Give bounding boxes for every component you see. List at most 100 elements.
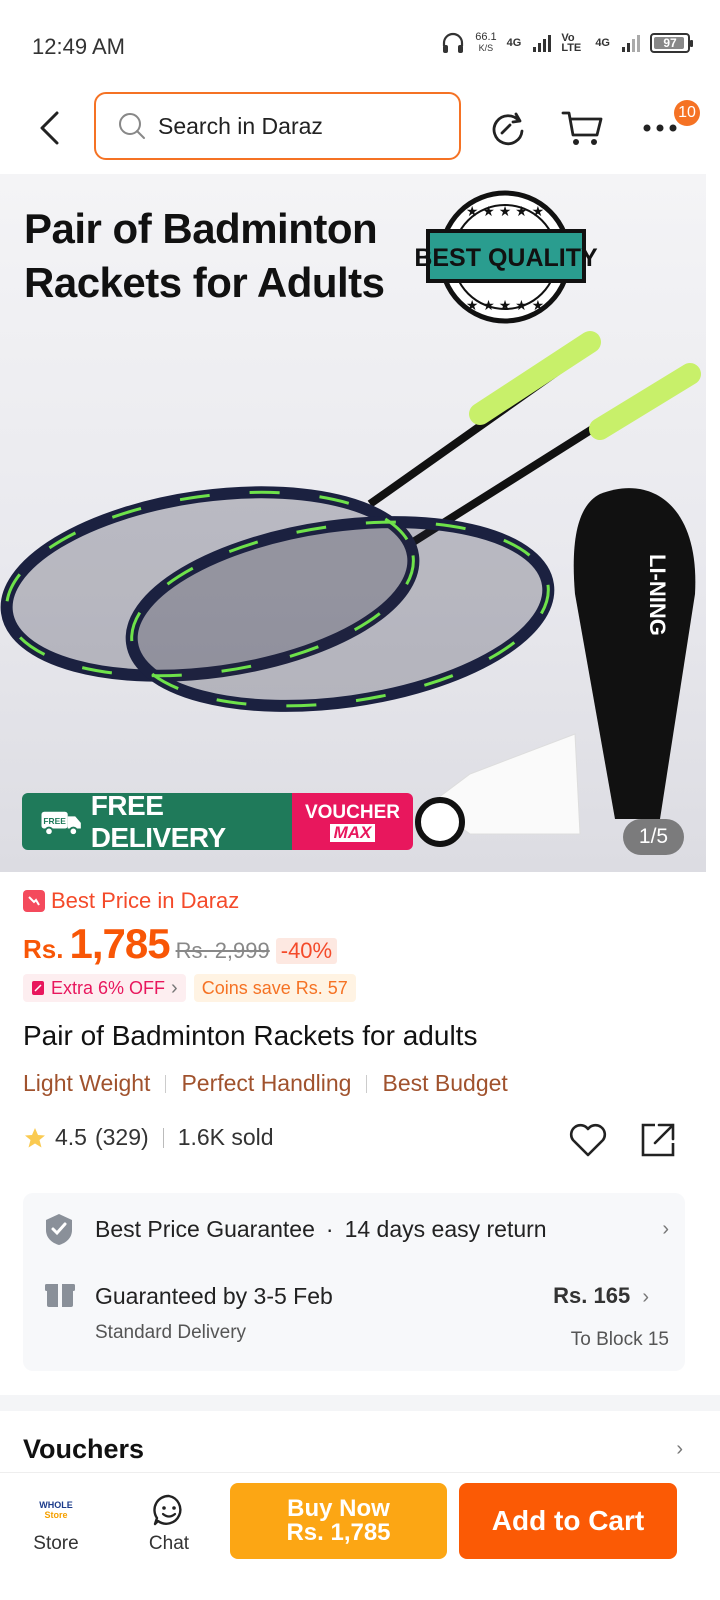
free-tag-text: FREE: [43, 815, 66, 825]
review-count: (329): [94, 1124, 149, 1150]
cart-icon: [561, 111, 603, 145]
extra-off-chip[interactable]: Extra 6% OFF ›: [23, 974, 186, 1002]
volte-label: Vo LTE: [561, 32, 582, 54]
store-logo-line1: WHOLE: [39, 1500, 73, 1510]
coins-save-text: Coins save Rs. 57: [201, 977, 348, 998]
search-input[interactable]: Search in Daraz: [94, 92, 461, 160]
promo-banner: FREE FREE DELIVERY VOUCHER MAX: [22, 793, 413, 850]
sold-count: 1.6K sold: [177, 1124, 274, 1150]
hero-title-line2: Rackets for Adults: [24, 259, 385, 306]
product-title: Pair of Badminton Rackets for adults: [23, 1020, 478, 1051]
voucher-text: VOUCHER: [304, 801, 400, 823]
buy-now-button[interactable]: Buy Now Rs. 1,785: [230, 1483, 447, 1559]
headphones-icon: [443, 32, 464, 53]
seal-text: BEST QUALITY: [414, 244, 598, 272]
svg-text:★ ★ ★ ★ ★: ★ ★ ★ ★ ★: [466, 203, 544, 219]
vouchers-title: Vouchers: [23, 1434, 145, 1464]
guarantee-row[interactable]: Best Price Guarantee · 14 days easy retu…: [43, 1213, 669, 1245]
bottom-action-bar: WHOLE Store Store Chat Buy Now Rs. 1,785…: [0, 1472, 720, 1600]
cart-button[interactable]: [558, 104, 606, 152]
buy-now-label: Buy Now: [287, 1495, 390, 1522]
hero-title: Pair of Badminton Rackets for Adults: [24, 202, 385, 310]
net-speed-unit: K/S: [478, 43, 494, 53]
case-brand: LI-NING: [645, 554, 670, 636]
divider: [165, 1074, 167, 1093]
price-current: 1,785: [69, 920, 170, 967]
delivery-fee: Rs. 165 ›: [553, 1283, 649, 1309]
search-icon: [119, 113, 145, 139]
carousel-page-indicator: 1/5: [623, 819, 684, 855]
status-bar: 12:49 AM 66.1 K/S 4G Vo LTE 4G 97: [0, 0, 720, 92]
status-icons: 66.1 K/S 4G Vo LTE 4G 97: [441, 32, 693, 54]
dot-separator: ·: [325, 1215, 334, 1242]
free-delivery-tag: FREE FREE DELIVERY: [22, 793, 292, 850]
section-divider: [0, 1395, 720, 1411]
rating-value: 4.5: [55, 1124, 87, 1150]
coins-save-chip[interactable]: Coins save Rs. 57: [193, 974, 356, 1002]
network-label-2: 4G: [595, 37, 610, 49]
cart-badge: 10: [674, 100, 700, 126]
feature-tag: Best Budget: [382, 1070, 508, 1096]
voucher-max-tag: VOUCHER MAX: [292, 793, 413, 850]
service-card[interactable]: Best Price Guarantee · 14 days easy retu…: [23, 1193, 685, 1371]
search-placeholder: Search in Daraz: [158, 112, 323, 139]
coupon-icon: [32, 981, 44, 995]
delivery-truck-icon: FREE: [41, 811, 81, 836]
product-image-carousel[interactable]: BEST QUALITY ★ ★ ★ ★ ★ ★ ★ ★ ★ ★ LI-NING…: [0, 174, 706, 872]
buy-now-price: Rs. 1,785: [286, 1519, 391, 1546]
easy-return: 14 days easy return: [344, 1215, 547, 1242]
chat-button[interactable]: Chat: [129, 1493, 209, 1555]
history-icon: [492, 112, 524, 146]
voucher-max-text: MAX: [329, 823, 376, 842]
chevron-right-icon: ›: [171, 976, 178, 999]
feature-tag: Light Weight: [23, 1070, 151, 1096]
signal-icon: [533, 34, 552, 52]
price-currency: Rs.: [23, 934, 64, 964]
divider: [162, 1127, 164, 1148]
chat-label: Chat: [148, 1533, 190, 1554]
chevron-right-icon: ›: [676, 1438, 683, 1460]
network-label-1: 4G: [506, 37, 522, 49]
signal-icon-2: [622, 34, 640, 52]
star-icon: [25, 1127, 45, 1147]
chevron-right-icon: ›: [642, 1286, 649, 1308]
feature-tags: Light Weight Perfect Handling Best Budge…: [23, 1070, 508, 1097]
delivery-fee-value: Rs. 165: [553, 1283, 631, 1308]
store-button[interactable]: WHOLE Store Store: [16, 1493, 96, 1555]
battery-icon: 97: [650, 33, 693, 53]
shield-check-icon: [46, 1214, 72, 1245]
extra-off-text: Extra 6% OFF: [51, 977, 166, 998]
trend-down-icon: [23, 890, 45, 912]
delivery-destination: To Block 15: [570, 1329, 669, 1350]
divider: [366, 1074, 368, 1093]
net-speed-value: 66.1: [475, 31, 497, 43]
best-price-text: Best Price in Daraz: [51, 888, 240, 913]
store-label: Store: [33, 1533, 79, 1554]
chevron-right-icon: ›: [662, 1217, 669, 1240]
rating-row[interactable]: 4.5 (329) 1.6K sold: [23, 1124, 274, 1151]
wishlist-button[interactable]: [566, 1118, 610, 1162]
net-speed: 66.1 K/S: [475, 32, 496, 54]
free-delivery-text: FREE DELIVERY: [90, 793, 227, 850]
package-icon: [45, 1284, 75, 1307]
vouchers-section-header[interactable]: Vouchers ›: [23, 1434, 683, 1465]
offer-chips: Extra 6% OFF › Coins save Rs. 57: [23, 974, 356, 1002]
chat-icon: [153, 1494, 182, 1526]
feature-tag: Perfect Handling: [181, 1070, 352, 1096]
svg-text:★ ★ ★ ★ ★: ★ ★ ★ ★ ★: [466, 297, 544, 313]
price-original: Rs. 2,999: [175, 938, 270, 963]
delivery-row[interactable]: Guaranteed by 3-5 Feb Standard Delivery …: [43, 1283, 669, 1350]
back-button[interactable]: [28, 106, 72, 150]
back-arrow-icon: [40, 111, 59, 145]
price-row: Rs. 1,785 Rs. 2,999 -40%: [23, 920, 338, 968]
share-icon: [641, 1123, 675, 1157]
hero-title-line1: Pair of Badminton: [24, 205, 378, 252]
history-button[interactable]: [484, 104, 532, 152]
best-price-label: Best Price in Daraz: [23, 888, 239, 914]
store-logo-line2: Store: [44, 1510, 68, 1520]
status-time: 12:49 AM: [32, 34, 125, 59]
add-to-cart-button[interactable]: Add to Cart: [459, 1483, 677, 1559]
share-button[interactable]: [636, 1118, 680, 1162]
heart-icon: [569, 1123, 607, 1157]
battery-level: 97: [663, 36, 677, 50]
